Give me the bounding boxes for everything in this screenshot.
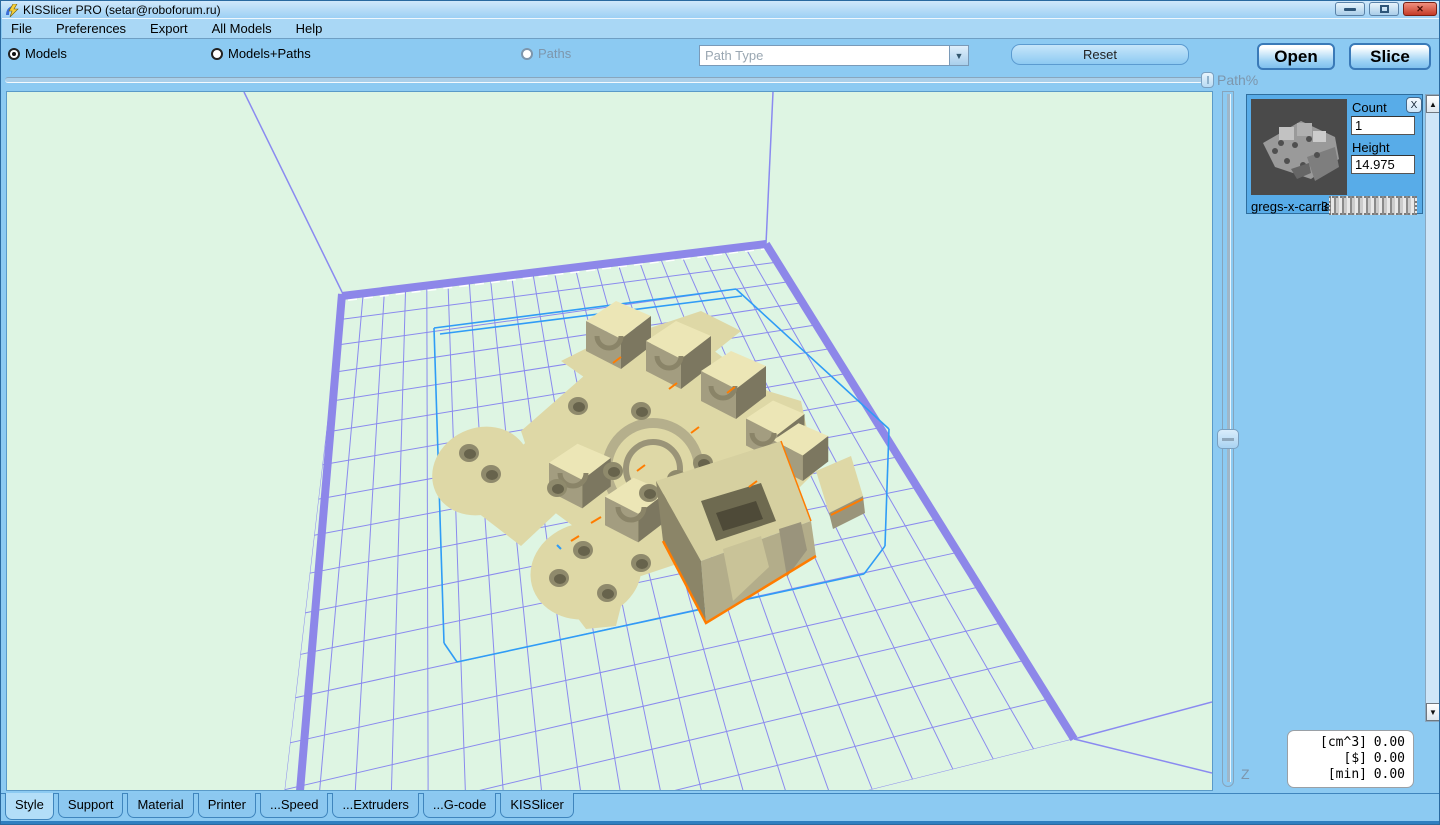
menu-all-models[interactable]: All Models [212, 21, 272, 36]
radio-icon [521, 48, 533, 60]
height-input[interactable] [1351, 155, 1415, 174]
tab-style[interactable]: Style [5, 793, 54, 820]
stat-row: [cm^3]0.00 [1292, 735, 1405, 751]
radio-label: Models [25, 46, 67, 61]
path-percent-row: Path% [1, 71, 1440, 91]
estimate-stats-box: [cm^3]0.00[$]0.00[min]0.00 [1287, 730, 1414, 788]
path-type-placeholder: Path Type [700, 48, 949, 63]
close-button[interactable]: ✕ [1403, 2, 1437, 16]
slice-button[interactable]: Slice [1349, 43, 1431, 70]
path-percent-slider-track[interactable] [5, 77, 1203, 83]
path-percent-slider-handle[interactable] [1201, 72, 1214, 88]
menu-bar: File Preferences Export All Models Help [2, 18, 1439, 39]
scene-canvas [7, 92, 1212, 790]
menu-export[interactable]: Export [150, 21, 188, 36]
reset-button[interactable]: Reset [1011, 44, 1189, 65]
radio-label: Paths [538, 46, 571, 61]
title-bar[interactable]: KISSlicer PRO (setar@roboforum.ru) ✕ [1, 1, 1440, 18]
window-bottom-edge [1, 821, 1440, 825]
window-title: KISSlicer PRO (setar@roboforum.ru) [23, 3, 221, 17]
minimize-icon [1344, 8, 1356, 11]
model-thumbnail[interactable] [1251, 99, 1347, 195]
path-percent-label: Path% [1217, 72, 1258, 88]
count-label: Count [1352, 100, 1387, 115]
count-input[interactable] [1351, 116, 1415, 135]
tab-material[interactable]: Material [127, 793, 193, 818]
minimize-button[interactable] [1335, 2, 1365, 16]
model-panel: Count X Height gregs-x-carriage 342 ▲ ▼ [1244, 91, 1440, 732]
app-icon [5, 4, 19, 17]
maximize-icon [1380, 5, 1389, 13]
menu-file[interactable]: File [11, 21, 32, 36]
panel-scrollbar[interactable]: ▲ ▼ [1425, 94, 1440, 722]
z-slider-handle[interactable] [1217, 429, 1239, 449]
radio-models-paths[interactable]: Models+Paths [211, 46, 311, 61]
remove-model-button[interactable]: X [1406, 97, 1422, 113]
toolbar: Models Models+Paths Paths Path Type ▼ Rese… [1, 40, 1440, 71]
radio-models[interactable]: Models [8, 46, 67, 61]
kisslicer-window: KISSlicer PRO (setar@roboforum.ru) ✕ Fil… [0, 0, 1440, 825]
stat-row: [min]0.00 [1292, 767, 1405, 783]
tab-extruders[interactable]: ...Extruders [332, 793, 418, 818]
radio-paths: Paths [521, 46, 571, 61]
height-label: Height [1352, 140, 1390, 155]
z-axis-label: Z [1241, 766, 1250, 782]
tab-g-code[interactable]: ...G-code [423, 793, 496, 818]
scroll-up-icon[interactable]: ▲ [1426, 95, 1440, 113]
scroll-down-icon[interactable]: ▼ [1426, 703, 1440, 721]
maximize-button[interactable] [1369, 2, 1399, 16]
viewport-3d[interactable] [6, 91, 1213, 791]
stat-row: [$]0.00 [1292, 751, 1405, 767]
radio-label: Models+Paths [228, 46, 311, 61]
open-button[interactable]: Open [1257, 43, 1335, 70]
tab-kisslicer[interactable]: KISSlicer [500, 793, 573, 818]
menu-preferences[interactable]: Preferences [56, 21, 126, 36]
tab-speed[interactable]: ...Speed [260, 793, 328, 818]
path-type-dropdown[interactable]: Path Type ▼ [699, 45, 969, 66]
chevron-down-icon[interactable]: ▼ [949, 46, 968, 65]
radio-icon [8, 48, 20, 60]
menu-help[interactable]: Help [296, 21, 323, 36]
close-icon: ✕ [1416, 4, 1424, 15]
tab-printer[interactable]: Printer [198, 793, 256, 818]
radio-icon [211, 48, 223, 60]
tab-support[interactable]: Support [58, 793, 124, 818]
z-slider-column: Z [1214, 91, 1244, 791]
rotate-stepper[interactable] [1329, 196, 1417, 215]
settings-tab-bar: StyleSupportMaterialPrinter...Speed...Ex… [1, 793, 1440, 821]
model-card: Count X Height gregs-x-carriage 342 [1246, 94, 1423, 214]
